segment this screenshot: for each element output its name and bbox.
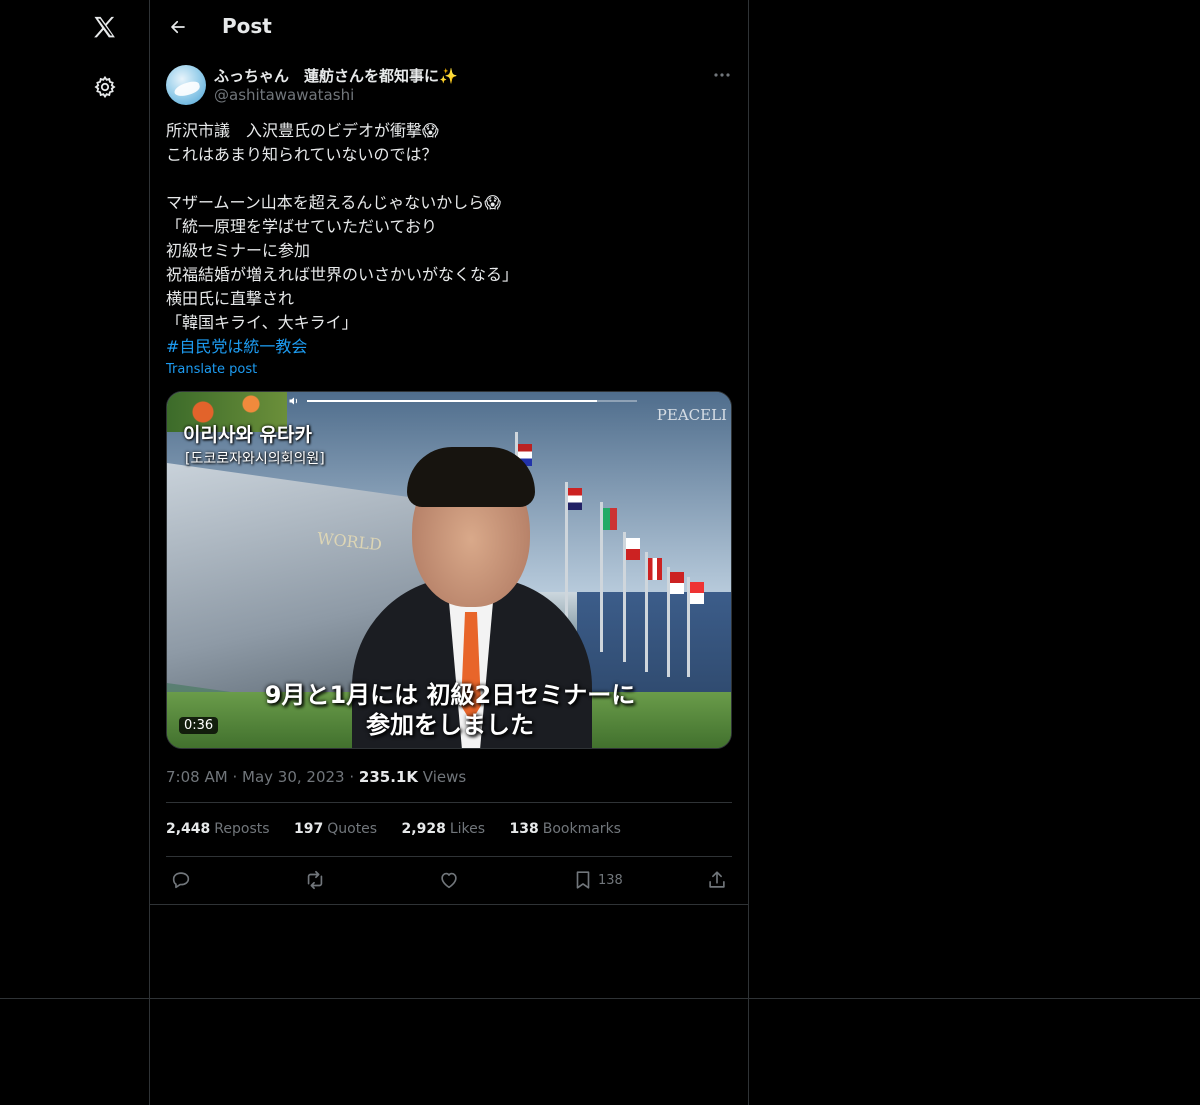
likes-stat[interactable]: 2,928 Likes xyxy=(402,821,486,837)
author-display-name[interactable]: ふっちゃん 蓮舫さんを都知事に✨ xyxy=(214,65,458,86)
more-button[interactable] xyxy=(711,64,733,86)
post-text: 所沢市議 入沢豊氏のビデオが衝撃😱 これはあまり知られていないのでは？ マザーム… xyxy=(166,119,736,359)
bookmark-button[interactable]: 138 xyxy=(572,866,623,894)
post-line: これはあまり知られていないのでは？ xyxy=(166,145,438,164)
author-handle[interactable]: @ashitawawatashi xyxy=(214,86,354,104)
video-caption-line: 参加をしました xyxy=(366,711,534,739)
views-label: Views xyxy=(422,768,467,786)
meta-separator: · xyxy=(349,768,355,786)
post-blank-line xyxy=(166,167,736,191)
reply-button[interactable] xyxy=(170,866,192,894)
post-line: 所沢市議 入沢豊氏のビデオが衝撃😱 xyxy=(166,121,439,140)
divider xyxy=(150,904,748,905)
video-overlay-subtitle: [도코로자와시의회의원] xyxy=(185,451,325,467)
post-date[interactable]: May 30, 2023 xyxy=(242,768,345,786)
engagement-stats: 2,448 Reposts 197 Quotes 2,928 Likes 138 Boo… xyxy=(166,821,641,837)
like-button[interactable] xyxy=(438,866,460,894)
post-line: 初級セミナーに参加 xyxy=(166,241,311,260)
page-title: Post xyxy=(222,14,272,38)
video-duration-badge: 0:36 xyxy=(179,717,219,734)
video-progress-fill xyxy=(307,400,598,402)
header: Post xyxy=(150,0,748,54)
video-watermark: PEACELI xyxy=(656,406,727,424)
reposts-stat[interactable]: 2,448 Reposts xyxy=(166,821,270,837)
post-time[interactable]: 7:08 AM xyxy=(166,768,228,786)
quotes-stat[interactable]: 197 Quotes xyxy=(294,821,377,837)
post-line: マザームーン山本を超えるんじゃないかしら😱 xyxy=(166,193,501,212)
translate-post-link[interactable]: Translate post xyxy=(166,362,257,377)
post-line: 「韓国キライ、大キライ」 xyxy=(166,313,358,332)
divider xyxy=(166,802,732,803)
bookmark-icon xyxy=(576,871,590,889)
back-button[interactable] xyxy=(162,11,194,43)
avatar[interactable] xyxy=(166,65,206,105)
post-line: 横田氏に直撃され xyxy=(166,289,295,308)
post-line: 祝福結婚が増えれば世界のいさかいがなくなる」 xyxy=(166,265,519,284)
reply-icon xyxy=(172,872,190,889)
more-icon xyxy=(714,73,730,77)
bookmark-count: 138 xyxy=(598,872,623,888)
post-meta: 7:08 AM · May 30, 2023 · 235.1K Views xyxy=(166,768,466,786)
action-bar: 138 xyxy=(166,866,732,894)
views-count: 235.1K xyxy=(358,768,418,786)
post-line: 「統一原理を学ばせていただいており xyxy=(166,217,438,236)
heart-icon xyxy=(441,872,457,889)
gear-icon[interactable] xyxy=(91,73,119,101)
video-progress-bar[interactable] xyxy=(307,400,637,402)
divider xyxy=(0,998,1200,999)
video-caption-line: 9月と1月には 初級2日セミナーに xyxy=(264,681,636,709)
volume-icon[interactable] xyxy=(287,394,301,408)
arrow-left-icon xyxy=(171,20,185,34)
hashtag-link[interactable]: #自民党は統一教会 xyxy=(166,335,736,359)
bookmarks-stat[interactable]: 138 Bookmarks xyxy=(510,821,621,837)
main-column: Post ふっちゃん 蓮舫さんを都知事に✨ @ashitawawatashi 所… xyxy=(150,0,749,1105)
meta-separator: · xyxy=(232,768,238,786)
share-button[interactable] xyxy=(706,866,728,894)
share-icon xyxy=(709,871,725,888)
divider xyxy=(166,856,732,857)
video-overlay-title: 이리사와 유타카 xyxy=(183,424,312,446)
repost-icon xyxy=(307,870,323,890)
repost-button[interactable] xyxy=(304,866,326,894)
video-player[interactable]: 이리사와 유타카 [도코로자와시의회의원] PEACELI WORLD 9月と1… xyxy=(166,391,732,749)
video-caption: 9月と1月には 初級2日セミナーに 参加をしました xyxy=(167,680,731,740)
left-rail xyxy=(0,0,150,1105)
x-logo-icon[interactable] xyxy=(89,12,121,44)
